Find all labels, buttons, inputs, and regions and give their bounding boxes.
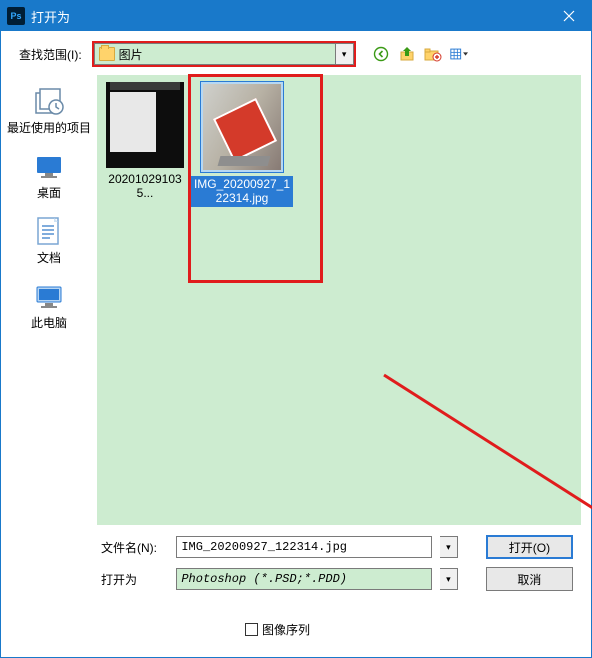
- filename-row: 文件名(N): IMG_20200927_122314.jpg ▾ 打开(O): [101, 535, 573, 559]
- lookin-dropdown-wrap: 图片 ▾: [92, 41, 356, 67]
- file-list-area[interactable]: 202010291035... IMG_20200927_122314.jpg: [97, 75, 581, 525]
- image-sequence-label: 图像序列: [262, 621, 310, 638]
- file-name: 202010291035...: [103, 172, 187, 201]
- lookin-value: 图片: [119, 46, 143, 63]
- file-name: IMG_20200927_122314.jpg: [191, 176, 293, 207]
- lookin-label: 查找范围(I):: [19, 46, 82, 63]
- sidebar-item-desktop[interactable]: 桌面: [5, 146, 93, 209]
- cancel-button[interactable]: 取消: [486, 567, 573, 591]
- view-menu-icon: [450, 46, 468, 62]
- openas-dropdown-btn[interactable]: ▾: [440, 568, 458, 590]
- back-icon: [373, 46, 389, 62]
- openas-label: 打开为: [101, 571, 168, 588]
- sidebar-item-documents[interactable]: 文档: [5, 211, 93, 274]
- up-folder-icon: [399, 46, 415, 62]
- openas-select[interactable]: Photoshop (*.PSD;*.PDD): [176, 568, 432, 590]
- chevron-down-icon: ▾: [342, 49, 347, 60]
- main-area: 最近使用的项目 桌面 文档 此电脑: [1, 75, 591, 525]
- places-sidebar: 最近使用的项目 桌面 文档 此电脑: [1, 75, 97, 525]
- lookin-row: 查找范围(I): 图片 ▾: [1, 31, 591, 75]
- photoshop-icon: Ps: [7, 7, 25, 25]
- sidebar-item-label: 桌面: [37, 184, 61, 201]
- open-as-dialog: Ps 打开为 查找范围(I): 图片 ▾: [0, 0, 592, 658]
- image-sequence-checkbox[interactable]: [245, 623, 258, 636]
- filename-dropdown-btn[interactable]: ▾: [440, 536, 458, 558]
- open-button[interactable]: 打开(O): [486, 535, 573, 559]
- folder-icon: [99, 47, 115, 61]
- desktop-icon: [31, 152, 67, 182]
- window-title: 打开为: [31, 7, 547, 26]
- filename-input[interactable]: IMG_20200927_122314.jpg: [176, 536, 432, 558]
- image-sequence-row: 图像序列: [245, 621, 573, 638]
- chevron-down-icon: ▾: [446, 542, 451, 553]
- close-button[interactable]: [547, 1, 591, 31]
- chevron-down-icon: ▾: [446, 574, 451, 585]
- recent-icon: [31, 87, 67, 117]
- up-button[interactable]: [398, 45, 416, 63]
- filename-label: 文件名(N):: [101, 539, 168, 556]
- new-folder-icon: [424, 46, 442, 62]
- sidebar-item-label: 此电脑: [31, 314, 67, 331]
- back-button[interactable]: [372, 45, 390, 63]
- view-menu-button[interactable]: [450, 45, 468, 63]
- documents-icon: [31, 217, 67, 247]
- sidebar-item-recent[interactable]: 最近使用的项目: [5, 81, 93, 144]
- titlebar: Ps 打开为: [1, 1, 591, 31]
- thumbnail: [203, 84, 281, 170]
- close-icon: [563, 10, 575, 22]
- new-folder-button[interactable]: [424, 45, 442, 63]
- form-area: 文件名(N): IMG_20200927_122314.jpg ▾ 打开(O) …: [1, 525, 591, 638]
- file-item[interactable]: 202010291035...: [103, 81, 187, 201]
- lookin-dropdown[interactable]: 图片: [94, 43, 336, 65]
- thumbnail: [106, 82, 184, 168]
- thispc-icon: [31, 282, 67, 312]
- sidebar-item-label: 文档: [37, 249, 61, 266]
- sidebar-item-thispc[interactable]: 此电脑: [5, 276, 93, 339]
- sidebar-item-label: 最近使用的项目: [7, 119, 91, 136]
- toolbar-icons: [372, 45, 468, 63]
- lookin-dropdown-btn[interactable]: ▾: [336, 43, 354, 65]
- openas-row: 打开为 Photoshop (*.PSD;*.PDD) ▾ 取消: [101, 567, 573, 591]
- file-item-selected[interactable]: IMG_20200927_122314.jpg: [191, 81, 293, 207]
